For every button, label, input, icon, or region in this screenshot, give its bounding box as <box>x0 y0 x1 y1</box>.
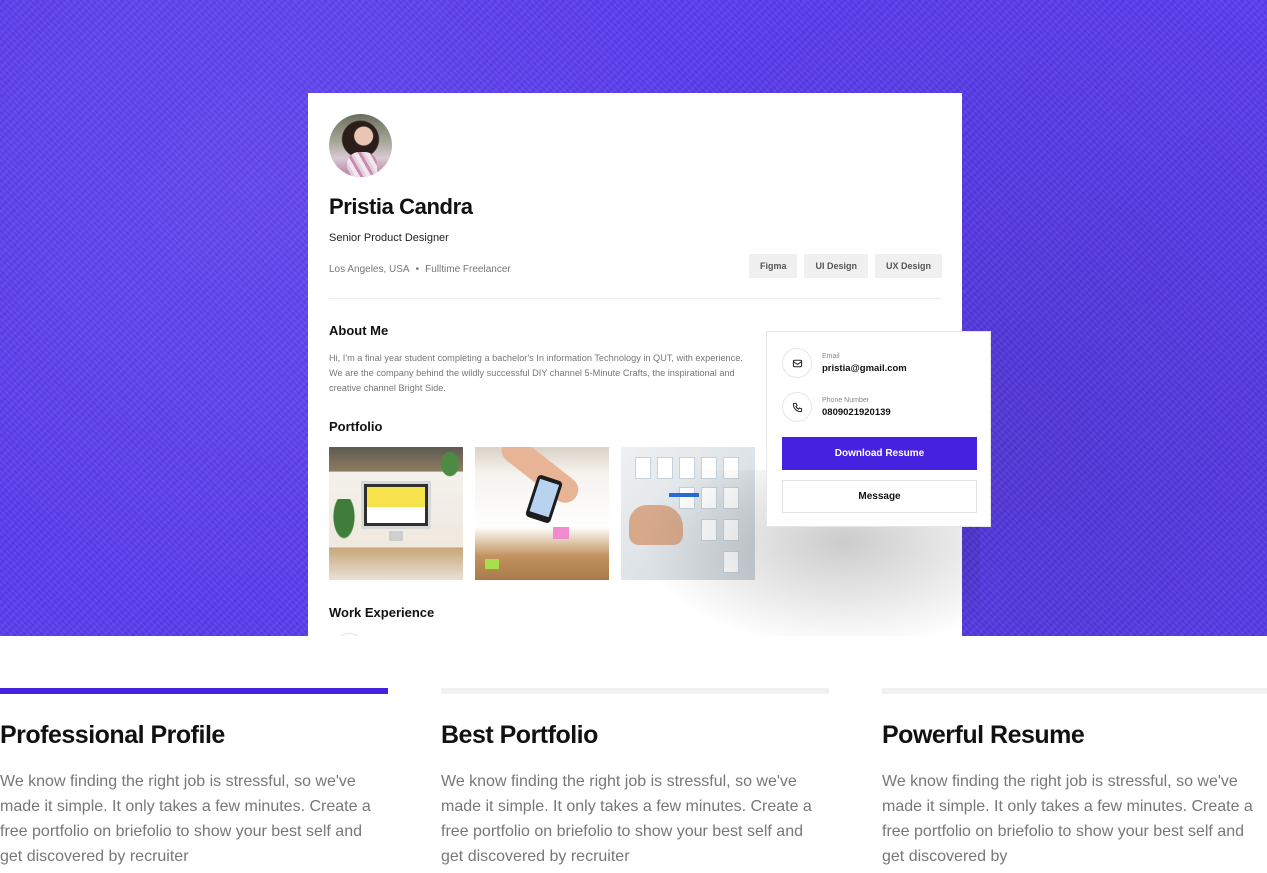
feature-title: Professional Profile <box>0 721 225 749</box>
feature-best-portfolio[interactable]: Best Portfolio We know finding the right… <box>441 688 829 869</box>
wireframe-card <box>701 487 717 509</box>
skill-tag[interactable]: Figma <box>748 254 798 278</box>
profile-location: Los Angeles, USA <box>329 264 410 275</box>
wireframe-card <box>657 457 673 479</box>
profile-name: Pristia Candra <box>329 194 473 219</box>
work-experience-heading: Work Experience <box>329 605 435 620</box>
mail-icon <box>782 348 812 378</box>
feature-indicator-bar <box>0 688 388 694</box>
company-logo <box>334 633 364 636</box>
phone-text: Phone Number 0809021920139 <box>822 397 891 418</box>
profile-employment: Fulltime Freelancer <box>425 264 511 275</box>
sticky-note <box>485 559 499 569</box>
contact-card: Email pristia@gmail.com Phone Number 080… <box>766 331 991 527</box>
plant-shape <box>331 499 357 543</box>
hand-shape <box>629 505 683 545</box>
wireframe-card <box>723 519 739 541</box>
feature-description: We know finding the right job is stressf… <box>882 773 1253 865</box>
email-text: Email pristia@gmail.com <box>822 353 907 374</box>
download-resume-button[interactable]: Download Resume <box>782 437 977 470</box>
skill-tags: Figma UI Design UX Design <box>748 254 942 278</box>
phone-row[interactable]: Phone Number 0809021920139 <box>782 392 891 422</box>
sticky-note <box>553 527 569 539</box>
profile-meta: Los Angeles, USA • Fulltime Freelancer <box>329 264 511 275</box>
phone-shape <box>524 474 564 524</box>
portfolio-thumbnail-sketch[interactable] <box>475 447 609 580</box>
wireframe-card <box>701 457 717 479</box>
feature-description: We know finding the right job is stressf… <box>0 773 371 865</box>
wireframe-card <box>723 551 739 573</box>
meta-separator: • <box>415 264 420 275</box>
phone-value[interactable]: 0809021920139 <box>822 407 891 418</box>
wireframe-card <box>723 487 739 509</box>
portfolio-thumbnail-desk[interactable] <box>329 447 463 580</box>
email-row[interactable]: Email pristia@gmail.com <box>782 348 907 378</box>
hero-section: Pristia Candra Senior Product Designer L… <box>0 0 1267 636</box>
about-text: Hi, I'm a final year student completing … <box>329 353 743 393</box>
portfolio-thumbnail-wireframes[interactable] <box>621 447 755 580</box>
plant-shape <box>439 449 461 479</box>
profile-role: Senior Product Designer <box>329 232 449 244</box>
skill-tag[interactable]: UX Design <box>874 254 942 278</box>
avatar <box>329 114 392 177</box>
wireframe-card <box>701 519 717 541</box>
phone-label: Phone Number <box>822 396 870 404</box>
message-button[interactable]: Message <box>782 480 977 513</box>
email-value[interactable]: pristia@gmail.com <box>822 363 907 374</box>
feature-indicator-bar <box>882 688 1267 694</box>
wireframe-card <box>679 487 695 509</box>
about-heading: About Me <box>329 323 389 338</box>
feature-professional-profile[interactable]: Professional Profile We know finding the… <box>0 688 388 869</box>
monitor-screen <box>367 487 425 523</box>
tape-shape <box>669 493 699 497</box>
portfolio-heading: Portfolio <box>329 419 383 434</box>
phone-icon <box>782 392 812 422</box>
wireframe-card <box>679 457 695 479</box>
monitor-stand <box>389 531 403 541</box>
wireframe-card <box>635 457 651 479</box>
feature-powerful-resume[interactable]: Powerful Resume We know finding the righ… <box>882 688 1267 869</box>
skill-tag[interactable]: UI Design <box>804 254 868 278</box>
feature-title: Best Portfolio <box>441 721 598 749</box>
feature-indicator-bar <box>441 688 829 694</box>
feature-description: We know finding the right job is stressf… <box>441 773 812 865</box>
wireframe-card <box>723 457 739 479</box>
monitor-shape <box>361 481 431 529</box>
divider <box>329 298 941 299</box>
email-label: Email <box>822 352 840 360</box>
feature-title: Powerful Resume <box>882 721 1085 749</box>
